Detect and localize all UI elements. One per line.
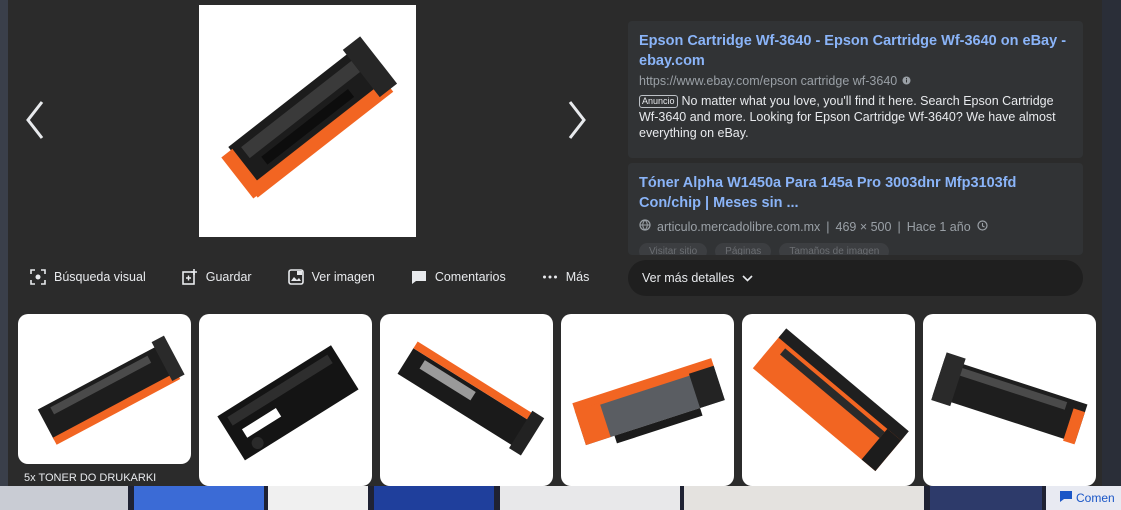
next-arrow-icon[interactable] [560,98,590,142]
comments-panel-label: Comen [1076,491,1115,505]
save-button[interactable]: Guardar [181,269,252,285]
view-image-button[interactable]: Ver imagen [287,269,375,285]
background-tile [134,486,264,510]
comment-icon [1060,491,1072,505]
visual-search-button[interactable]: Búsqueda visual [30,269,146,285]
thumbnail-image[interactable] [923,314,1096,486]
main-preview-image[interactable] [199,5,416,237]
comments-label: Comentarios [434,270,506,284]
visual-search-label: Búsqueda visual [54,270,146,284]
comments-panel-button[interactable]: Comen [1046,486,1121,510]
thumbnail-image[interactable] [742,314,915,486]
background-page-left [0,0,8,486]
result-url-text: https://www.ebay.com/epson cartridge wf-… [639,74,898,88]
result-description: Anuncio No matter what you love, you'll f… [639,93,1072,141]
related-thumbnails [18,314,1102,486]
more-button[interactable]: Más [542,269,590,285]
save-label: Guardar [205,270,252,284]
save-icon [181,269,198,285]
result-dimensions: 469 × 500 [835,219,892,234]
more-details-button[interactable]: Ver más detalles [628,260,1083,296]
thumbnail-image[interactable] [561,314,734,486]
background-page-right [1102,0,1121,486]
ad-badge: Anuncio [639,95,678,108]
view-image-icon [287,269,304,285]
result-card-mercadolibre[interactable]: Tóner Alpha W1450a Para 145a Pro 3003dnr… [628,163,1083,255]
image-action-bar: Búsqueda visual Guardar Ver imagen Comen… [30,266,625,288]
more-label: Más [565,270,590,284]
result-card-ebay[interactable]: Epson Cartridge Wf-3640 - Epson Cartridg… [628,21,1083,158]
globe-icon [639,219,651,234]
result-title[interactable]: Tóner Alpha W1450a Para 145a Pro 3003dnr… [639,173,1072,213]
visual-search-icon [30,269,46,285]
result-age: Hace 1 año [906,219,971,234]
thumbnail-image[interactable] [380,314,553,486]
result-description-text: No matter what you love, you'll find it … [639,94,1056,140]
info-icon[interactable] [902,74,911,88]
comment-icon [411,269,427,285]
image-sizes-button[interactable]: Tamaños de imagen [779,243,890,255]
background-tile [500,486,680,510]
view-image-label: Ver imagen [311,270,375,284]
history-icon [977,219,988,234]
thumbnail-caption: 5x TONER DO DRUKARKI [24,472,157,484]
background-tile [930,486,1042,510]
background-page-strip: Comen [0,486,1121,510]
result-url[interactable]: https://www.ebay.com/epson cartridge wf-… [639,74,1072,88]
thumbnail-image[interactable] [18,314,191,464]
result-title[interactable]: Epson Cartridge Wf-3640 - Epson Cartridg… [639,31,1072,71]
background-tile [0,486,128,510]
related-results: Epson Cartridge Wf-3640 - Epson Cartridg… [628,21,1083,255]
visit-site-button[interactable]: Visitar sitio [639,243,708,255]
previous-arrow-icon[interactable] [22,98,52,142]
thumbnail-image[interactable] [199,314,372,486]
more-details-label: Ver más detalles [642,271,735,285]
chevron-down-icon [742,271,753,285]
result-meta: articulo.mercadolibre.com.mx | 469 × 500… [639,219,1072,234]
result-domain[interactable]: articulo.mercadolibre.com.mx [657,220,820,234]
result-buttons: Visitar sitio Páginas Tamaños de imagen [639,243,890,255]
pages-button[interactable]: Páginas [715,243,772,255]
comments-button[interactable]: Comentarios [411,269,506,285]
image-viewer-panel: Búsqueda visual Guardar Ver imagen Comen… [8,0,1102,486]
separator: | [826,219,830,234]
more-icon [542,269,558,285]
background-tile [374,486,494,510]
background-tile [684,486,924,510]
background-tile [268,486,368,510]
separator: | [897,219,901,234]
